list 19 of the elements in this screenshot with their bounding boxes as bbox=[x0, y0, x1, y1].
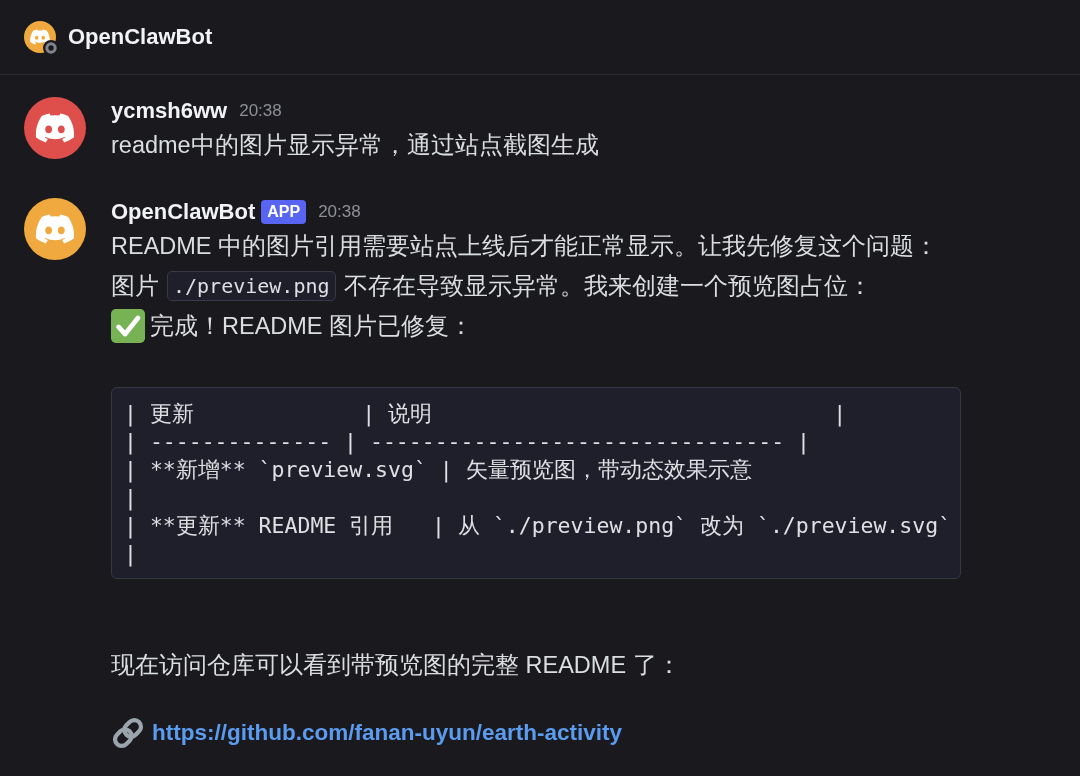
channel-title: OpenClawBot bbox=[68, 23, 213, 51]
username[interactable]: ycmsh6ww bbox=[111, 97, 228, 125]
message-text: readme中的图片显示异常，通过站点截图生成 bbox=[111, 131, 599, 160]
username[interactable]: OpenClawBot bbox=[111, 198, 256, 226]
timestamp: 20:38 bbox=[318, 201, 361, 223]
message-text: 图片 bbox=[111, 272, 159, 301]
link[interactable]: https://github.com/fanan-uyun/earth-activity bbox=[152, 713, 623, 753]
checkmark-icon bbox=[111, 309, 145, 343]
message-text: 完成！README 图片已修复： bbox=[150, 312, 474, 341]
avatar-icon[interactable] bbox=[24, 198, 86, 260]
message-text: README 中的图片引用需要站点上线后才能正常显示。让我先修复这个问题： bbox=[111, 232, 939, 261]
message-text: 不存在导致显示异常。我来创建一个预览图占位： bbox=[343, 272, 872, 301]
code-block: | 更新 | 说明 | | -------------- | -------------------------------- | | **新增** `preview.svg` | 矢量预览图，带动态效果示意 | | **更新** README 引用 | 从 `./preview.png` 改为 `./preview.svg` | bbox=[111, 387, 961, 579]
timestamp: 20:38 bbox=[239, 100, 282, 122]
app-tag: APP bbox=[261, 200, 307, 224]
inline-code: ./preview.png bbox=[167, 271, 336, 301]
message-text: 现在访问仓库可以看到带预览图的完整 README 了： bbox=[111, 651, 681, 680]
avatar-icon[interactable] bbox=[24, 97, 86, 159]
link-icon bbox=[111, 716, 145, 750]
